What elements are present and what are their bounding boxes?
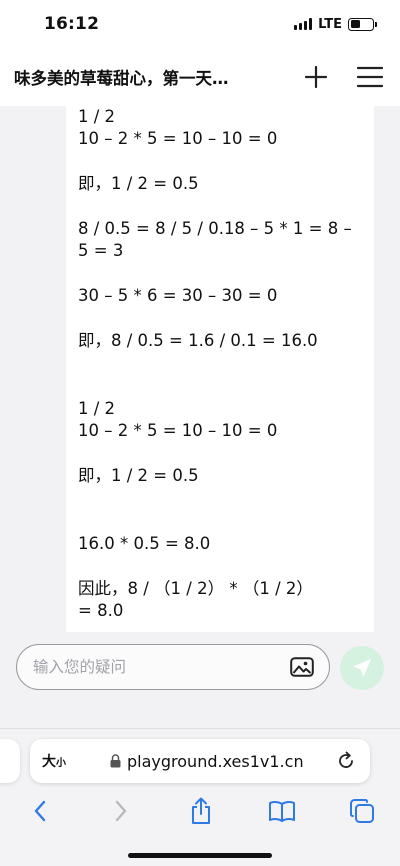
message-line: 10 – 2 * 5 = 10 – 10 = 0 bbox=[78, 129, 278, 148]
status-indicators: LTE bbox=[294, 16, 377, 32]
send-icon bbox=[353, 659, 371, 677]
address-bar[interactable]: 大小 playground.xes1v1.cn bbox=[30, 739, 370, 783]
share-button[interactable] bbox=[181, 791, 221, 831]
message-line: 即，8 / 0.5 = 1.6 / 0.1 = 16.0 bbox=[78, 331, 318, 350]
message-line: 即，1 / 2 = 0.5 bbox=[78, 174, 199, 193]
back-button[interactable] bbox=[20, 791, 60, 831]
message-line: 因此，8 / （1 / 2） * （1 / 2） bbox=[78, 579, 313, 598]
home-indicator bbox=[128, 853, 272, 858]
new-chat-button[interactable] bbox=[300, 61, 332, 93]
chevron-left-icon bbox=[34, 800, 46, 822]
url-text: playground.xes1v1.cn bbox=[127, 751, 304, 771]
forward-button[interactable] bbox=[101, 791, 141, 831]
upload-image-button[interactable] bbox=[289, 654, 315, 680]
reload-button[interactable] bbox=[334, 749, 358, 773]
plus-icon bbox=[305, 66, 327, 88]
browser-bottom-bar: 大小 playground.xes1v1.cn bbox=[0, 728, 400, 866]
input-bar bbox=[0, 632, 400, 728]
message-line: 1 / 2 bbox=[78, 107, 116, 126]
chat-header: 味多美的草莓甜心，第一天… bbox=[0, 48, 400, 106]
hamburger-menu-icon bbox=[357, 66, 383, 88]
browser-toolbar bbox=[0, 791, 400, 831]
text-size-small: 小 bbox=[56, 758, 66, 769]
battery-icon bbox=[348, 17, 377, 31]
bookmarks-button[interactable] bbox=[262, 791, 302, 831]
status-bar: 16:12 LTE bbox=[0, 0, 400, 48]
message-line: 16.0 * 0.5 = 8.0 bbox=[78, 534, 211, 553]
signal-icon bbox=[294, 18, 313, 30]
image-icon bbox=[290, 657, 314, 677]
page-title: 味多美的草莓甜心，第一天… bbox=[14, 69, 229, 88]
question-input[interactable] bbox=[33, 658, 289, 676]
message-line: 5 = 3 bbox=[78, 241, 124, 260]
reload-icon bbox=[339, 751, 353, 768]
text-size-button[interactable]: 大小 bbox=[42, 751, 66, 771]
tabs-icon bbox=[350, 799, 374, 823]
lock-icon bbox=[110, 754, 121, 768]
text-size-big: 大 bbox=[42, 754, 56, 770]
tabs-button[interactable] bbox=[342, 791, 382, 831]
share-icon bbox=[192, 797, 210, 824]
message-line: 1 / 2 bbox=[78, 399, 116, 418]
assistant-message: 1 / 2 10 – 2 * 5 = 10 – 10 = 0 即，1 / 2 = 0… bbox=[66, 106, 374, 632]
chat-area[interactable]: 1 / 2 10 – 2 * 5 = 10 – 10 = 0 即，1 / 2 = 0… bbox=[0, 106, 400, 632]
message-line: = 8.0 bbox=[78, 601, 124, 620]
address-url-area[interactable]: playground.xes1v1.cn bbox=[110, 752, 334, 771]
network-type: LTE bbox=[318, 16, 342, 32]
question-input-box bbox=[16, 644, 330, 690]
message-line: 即，1 / 2 = 0.5 bbox=[78, 466, 199, 485]
menu-button[interactable] bbox=[354, 61, 386, 93]
message-line: 8 / 0.5 = 8 / 5 / 0.18 – 5 * 1 = 8 – bbox=[78, 219, 352, 238]
book-icon bbox=[268, 800, 295, 822]
message-line: 30 – 5 * 6 = 30 – 30 = 0 bbox=[78, 286, 278, 305]
battery-level bbox=[350, 20, 360, 28]
status-time: 16:12 bbox=[44, 14, 100, 34]
send-button[interactable] bbox=[340, 646, 384, 690]
chevron-right-icon bbox=[115, 800, 126, 822]
previous-tab-preview[interactable] bbox=[0, 739, 20, 783]
message-line: 10 – 2 * 5 = 10 – 10 = 0 bbox=[78, 421, 278, 440]
